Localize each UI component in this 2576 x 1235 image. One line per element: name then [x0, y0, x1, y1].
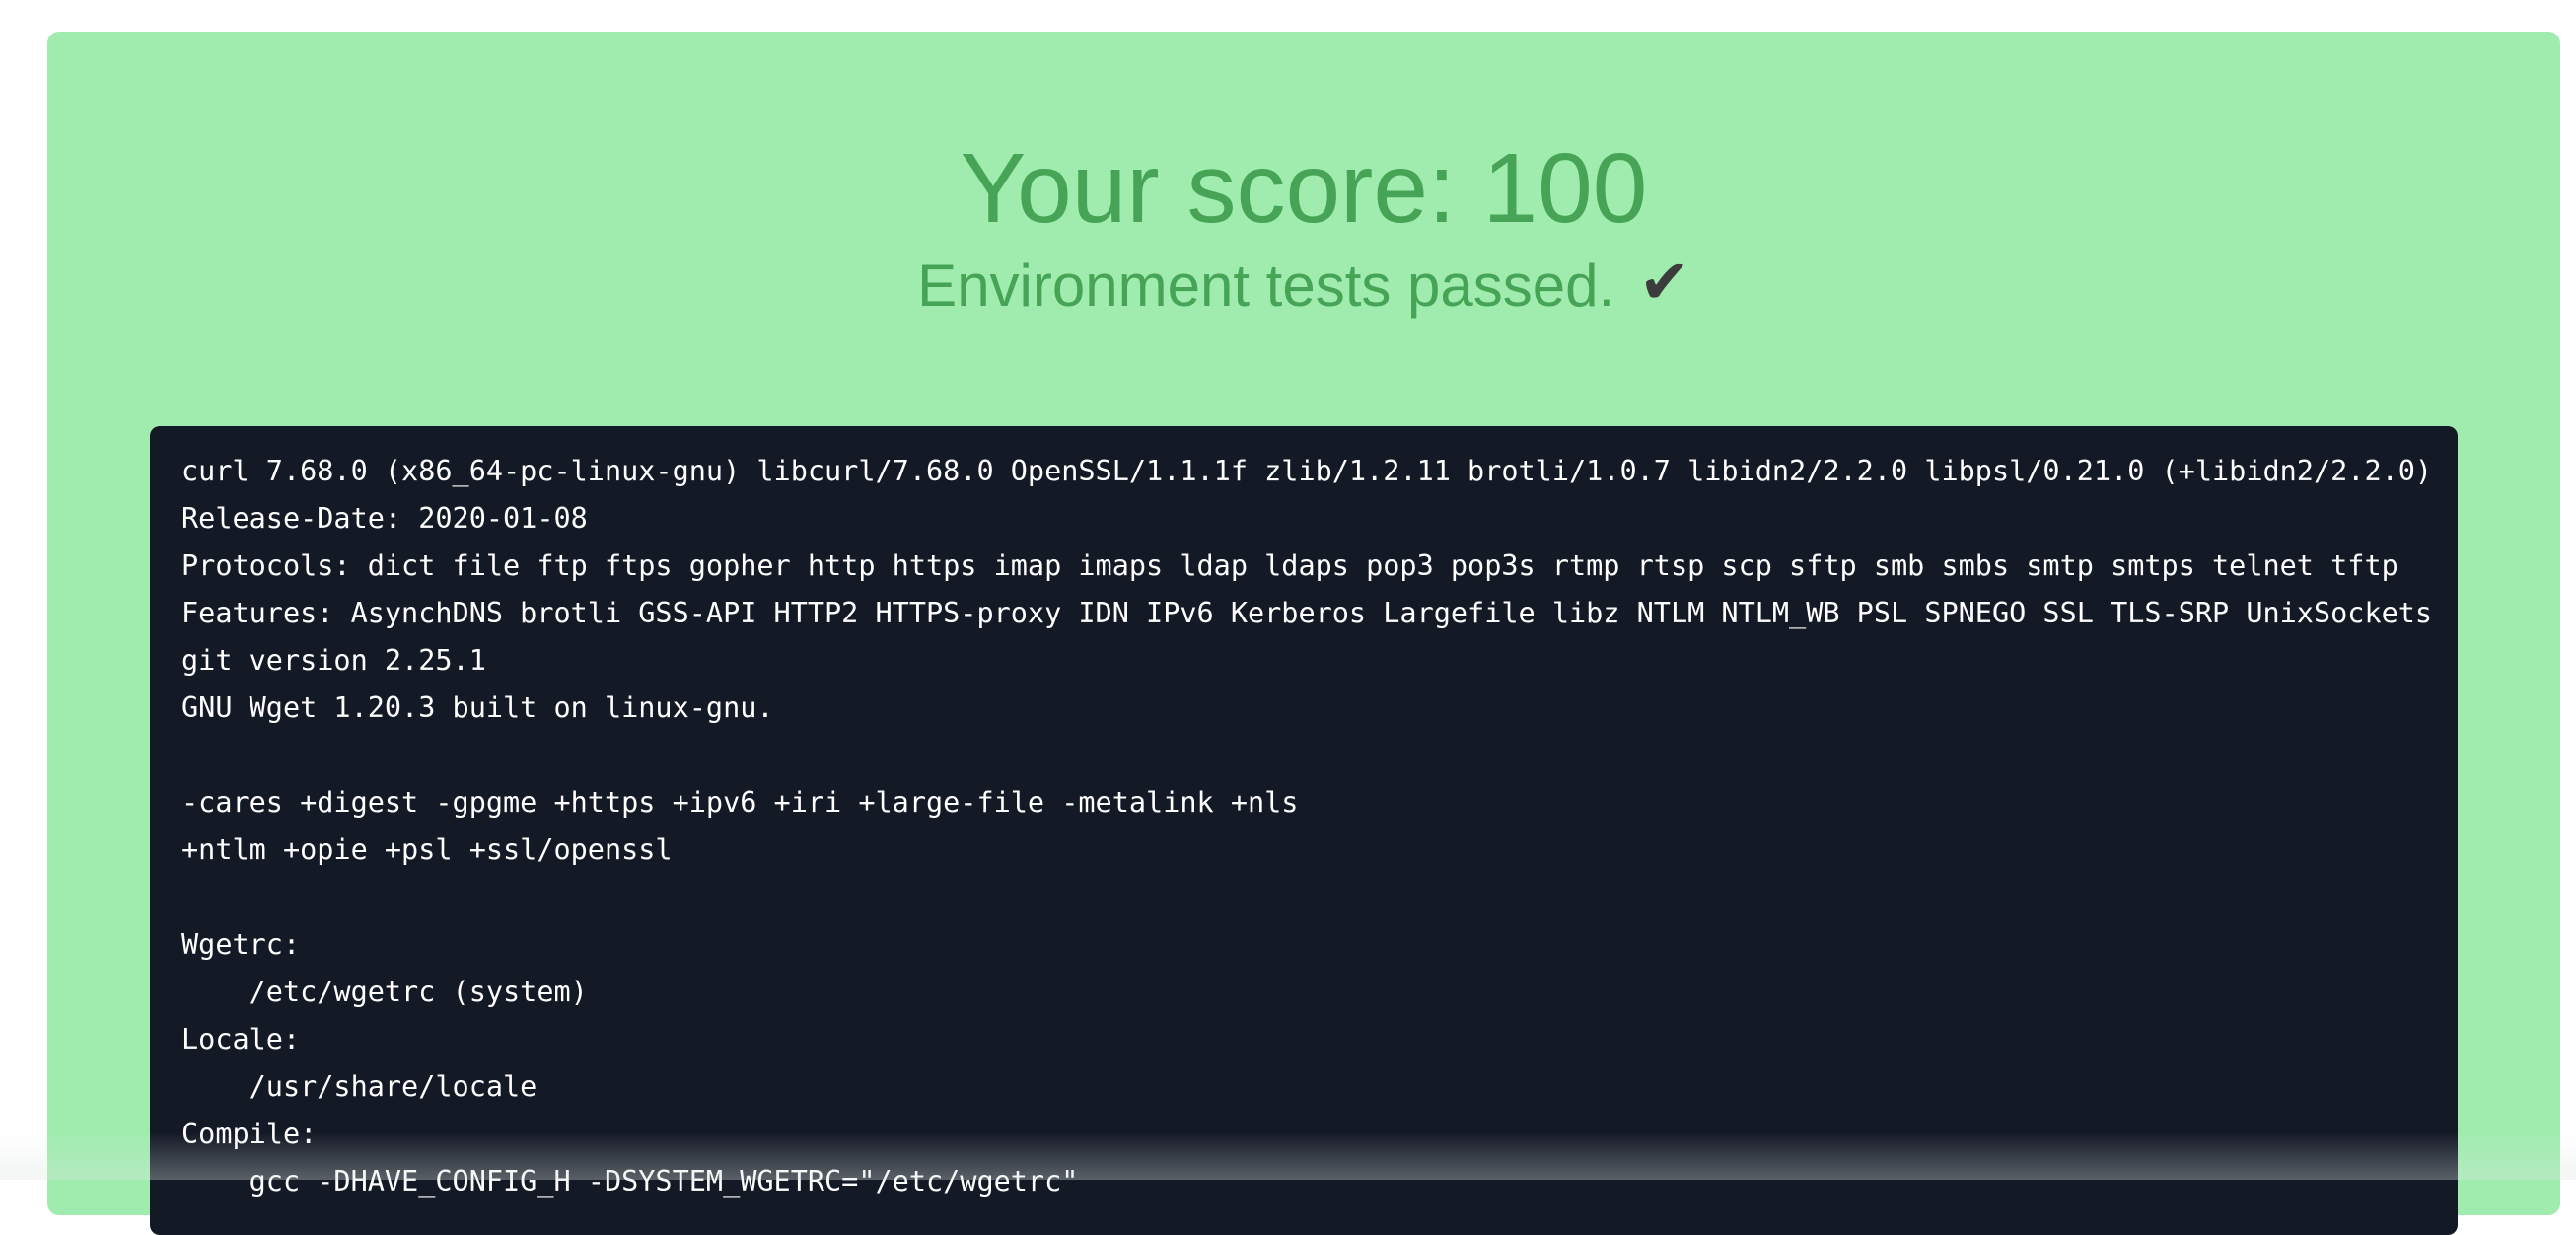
status-text: Environment tests passed.	[917, 253, 1615, 319]
score-heading: Your score: 100	[960, 133, 1648, 244]
terminal-line: /usr/share/locale	[181, 1070, 537, 1103]
terminal-line: Protocols: dict file ftp ftps gopher htt…	[181, 549, 2398, 582]
terminal-line: curl 7.68.0 (x86_64-pc-linux-gnu) libcur…	[181, 455, 2433, 487]
terminal-line: Release-Date: 2020-01-08	[181, 502, 588, 535]
terminal-output: curl 7.68.0 (x86_64-pc-linux-gnu) libcur…	[181, 448, 2432, 1205]
terminal-output-panel: curl 7.68.0 (x86_64-pc-linux-gnu) libcur…	[150, 426, 2458, 1235]
terminal-line: /etc/wgetrc (system)	[181, 976, 588, 1008]
terminal-line: Compile:	[181, 1118, 318, 1150]
terminal-line: Wgetrc:	[181, 928, 301, 961]
terminal-line: gcc -DHAVE_CONFIG_H -DSYSTEM_WGETRC="/et…	[181, 1165, 1079, 1198]
terminal-line: +ntlm +opie +psl +ssl/openssl	[181, 834, 673, 866]
status-message: Environment tests passed. ✔	[47, 241, 2560, 330]
terminal-line: -cares +digest -gpgme +https +ipv6 +iri …	[181, 786, 1299, 819]
terminal-line: Locale:	[181, 1023, 301, 1055]
score-card: Your score: 100 Environment tests passed…	[47, 32, 2560, 1235]
checkmark-icon: ✔	[1638, 246, 1690, 318]
terminal-line: git version 2.25.1	[181, 644, 486, 677]
terminal-line: Features: AsynchDNS brotli GSS-API HTTP2…	[181, 597, 2433, 629]
terminal-line: GNU Wget 1.20.3 built on linux-gnu.	[181, 691, 774, 724]
